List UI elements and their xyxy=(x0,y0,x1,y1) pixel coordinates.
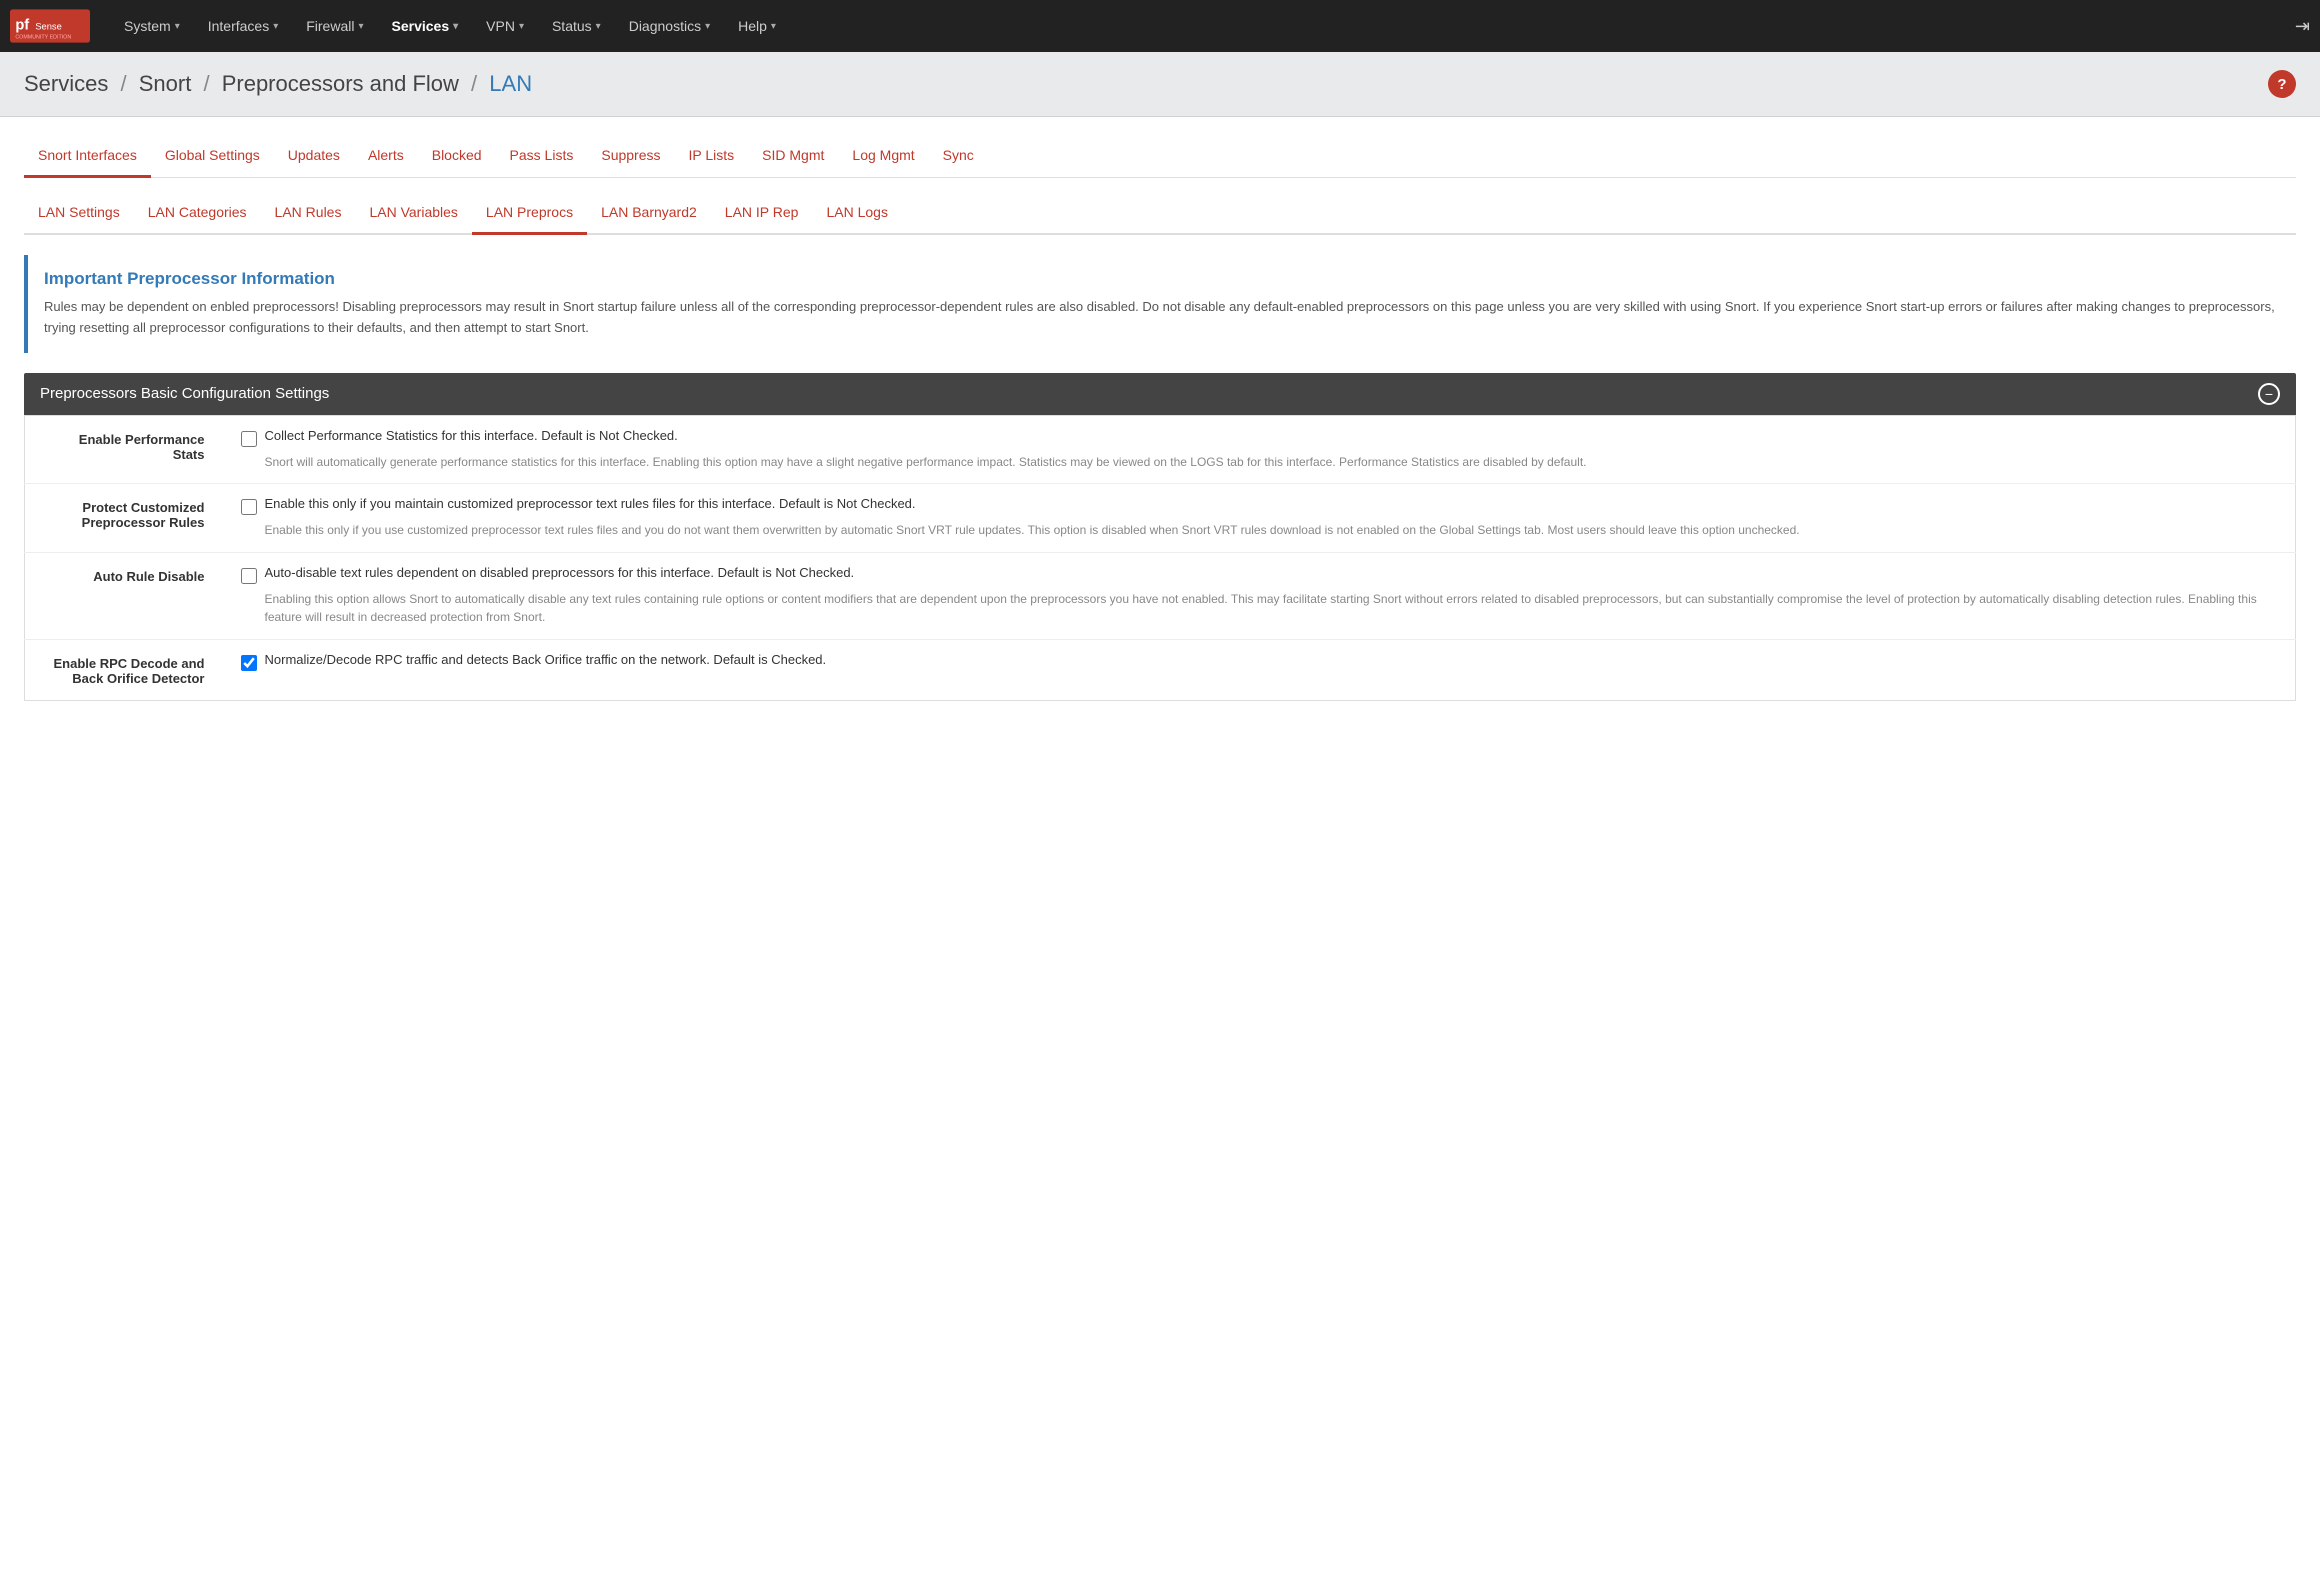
info-box-text: Rules may be dependent on enbled preproc… xyxy=(44,297,2280,339)
tab-updates[interactable]: Updates xyxy=(274,137,354,178)
table-row: Auto Rule Disable Auto-disable text rule… xyxy=(25,552,2296,639)
checkbox-auto-rule-disable[interactable] xyxy=(241,568,257,584)
svg-text:pf: pf xyxy=(15,17,29,33)
nav-vpn[interactable]: VPN ▾ xyxy=(472,0,538,52)
bc-lan: LAN xyxy=(489,71,532,96)
label-rpc-main: Normalize/Decode RPC traffic and detects… xyxy=(265,652,827,667)
tab-lan-rules[interactable]: LAN Rules xyxy=(261,194,356,235)
tab-lan-logs[interactable]: LAN Logs xyxy=(812,194,901,235)
nav-interfaces[interactable]: Interfaces ▾ xyxy=(194,0,293,52)
nav-help[interactable]: Help ▾ xyxy=(724,0,790,52)
tab-ip-lists[interactable]: IP Lists xyxy=(675,137,749,178)
info-box-title: Important Preprocessor Information xyxy=(44,269,2280,289)
desc-perf-stats: Snort will automatically generate perfor… xyxy=(241,453,2280,472)
help-button[interactable]: ? xyxy=(2268,70,2296,98)
desc-protect-customized: Enable this only if you use customized p… xyxy=(241,521,2280,540)
control-protect-customized: Enable this only if you maintain customi… xyxy=(225,484,2296,553)
label-protect-customized: Protect CustomizedPreprocessor Rules xyxy=(25,484,225,553)
table-row: Protect CustomizedPreprocessor Rules Ena… xyxy=(25,484,2296,553)
tab-global-settings[interactable]: Global Settings xyxy=(151,137,274,178)
pfsense-logo: pf Sense COMMUNITY EDITION xyxy=(10,8,90,44)
nav-services[interactable]: Services ▾ xyxy=(378,0,473,52)
checkbox-rpc-decode[interactable] xyxy=(241,655,257,671)
brand: pf Sense COMMUNITY EDITION xyxy=(10,8,90,44)
control-main-perf-stats: Collect Performance Statistics for this … xyxy=(241,428,2280,447)
tab-lan-settings[interactable]: LAN Settings xyxy=(24,194,134,235)
control-auto-rule-disable: Auto-disable text rules dependent on dis… xyxy=(225,552,2296,639)
tab-lan-categories[interactable]: LAN Categories xyxy=(134,194,261,235)
breadcrumb: Services / Snort / Preprocessors and Flo… xyxy=(0,52,2320,117)
label-auto-rule-disable: Auto Rule Disable xyxy=(25,552,225,639)
label-enable-perf-stats: Enable PerformanceStats xyxy=(25,415,225,484)
checkbox-perf-stats[interactable] xyxy=(241,431,257,447)
nav-system[interactable]: System ▾ xyxy=(110,0,194,52)
tab-blocked[interactable]: Blocked xyxy=(418,137,496,178)
table-row: Enable RPC Decode andBack Orifice Detect… xyxy=(25,639,2296,700)
section-header: Preprocessors Basic Configuration Settin… xyxy=(24,373,2296,415)
main-content: Snort Interfaces Global Settings Updates… xyxy=(0,117,2320,1572)
breadcrumb-text: Services / Snort / Preprocessors and Flo… xyxy=(24,71,532,97)
bc-preprocessors[interactable]: Preprocessors and Flow xyxy=(222,71,459,96)
svg-text:Sense: Sense xyxy=(35,21,61,31)
label-perf-stats-main: Collect Performance Statistics for this … xyxy=(265,428,678,443)
section-title: Preprocessors Basic Configuration Settin… xyxy=(40,385,329,402)
nav-diagnostics[interactable]: Diagnostics ▾ xyxy=(615,0,724,52)
control-enable-perf-stats: Collect Performance Statistics for this … xyxy=(225,415,2296,484)
tab-lan-variables[interactable]: LAN Variables xyxy=(355,194,471,235)
tab-sid-mgmt[interactable]: SID Mgmt xyxy=(748,137,838,178)
navbar: pf Sense COMMUNITY EDITION System ▾ Inte… xyxy=(0,0,2320,52)
tabs-row-2: LAN Settings LAN Categories LAN Rules LA… xyxy=(24,194,2296,235)
tab-lan-barnyard2[interactable]: LAN Barnyard2 xyxy=(587,194,711,235)
tab-log-mgmt[interactable]: Log Mgmt xyxy=(838,137,928,178)
collapse-button[interactable]: − xyxy=(2258,383,2280,405)
nav-firewall[interactable]: Firewall ▾ xyxy=(292,0,377,52)
svg-text:COMMUNITY EDITION: COMMUNITY EDITION xyxy=(15,35,71,41)
label-rpc-decode: Enable RPC Decode andBack Orifice Detect… xyxy=(25,639,225,700)
tab-lan-preprocs[interactable]: LAN Preprocs xyxy=(472,194,587,235)
control-main-rpc: Normalize/Decode RPC traffic and detects… xyxy=(241,652,2280,671)
label-protect-main: Enable this only if you maintain customi… xyxy=(265,496,916,511)
nav-status[interactable]: Status ▾ xyxy=(538,0,615,52)
control-main-auto-rule: Auto-disable text rules dependent on dis… xyxy=(241,565,2280,584)
tab-sync[interactable]: Sync xyxy=(929,137,988,178)
tabs-row-1: Snort Interfaces Global Settings Updates… xyxy=(24,137,2296,178)
nav-items: System ▾ Interfaces ▾ Firewall ▾ Service… xyxy=(110,0,790,52)
label-auto-rule-main: Auto-disable text rules dependent on dis… xyxy=(265,565,855,580)
tab-lan-ip-rep[interactable]: LAN IP Rep xyxy=(711,194,813,235)
control-rpc-decode: Normalize/Decode RPC traffic and detects… xyxy=(225,639,2296,700)
tab-pass-lists[interactable]: Pass Lists xyxy=(496,137,588,178)
control-main-protect: Enable this only if you maintain customi… xyxy=(241,496,2280,515)
settings-table: Enable PerformanceStats Collect Performa… xyxy=(24,415,2296,701)
checkbox-protect-customized[interactable] xyxy=(241,499,257,515)
desc-auto-rule-disable: Enabling this option allows Snort to aut… xyxy=(241,590,2280,627)
info-box: Important Preprocessor Information Rules… xyxy=(24,255,2296,353)
table-row: Enable PerformanceStats Collect Performa… xyxy=(25,415,2296,484)
bc-snort[interactable]: Snort xyxy=(139,71,192,96)
tab-snort-interfaces[interactable]: Snort Interfaces xyxy=(24,137,151,178)
bc-services[interactable]: Services xyxy=(24,71,108,96)
tab-alerts[interactable]: Alerts xyxy=(354,137,418,178)
tab-suppress[interactable]: Suppress xyxy=(587,137,674,178)
nav-exit-icon[interactable]: ⇥ xyxy=(2295,16,2310,37)
